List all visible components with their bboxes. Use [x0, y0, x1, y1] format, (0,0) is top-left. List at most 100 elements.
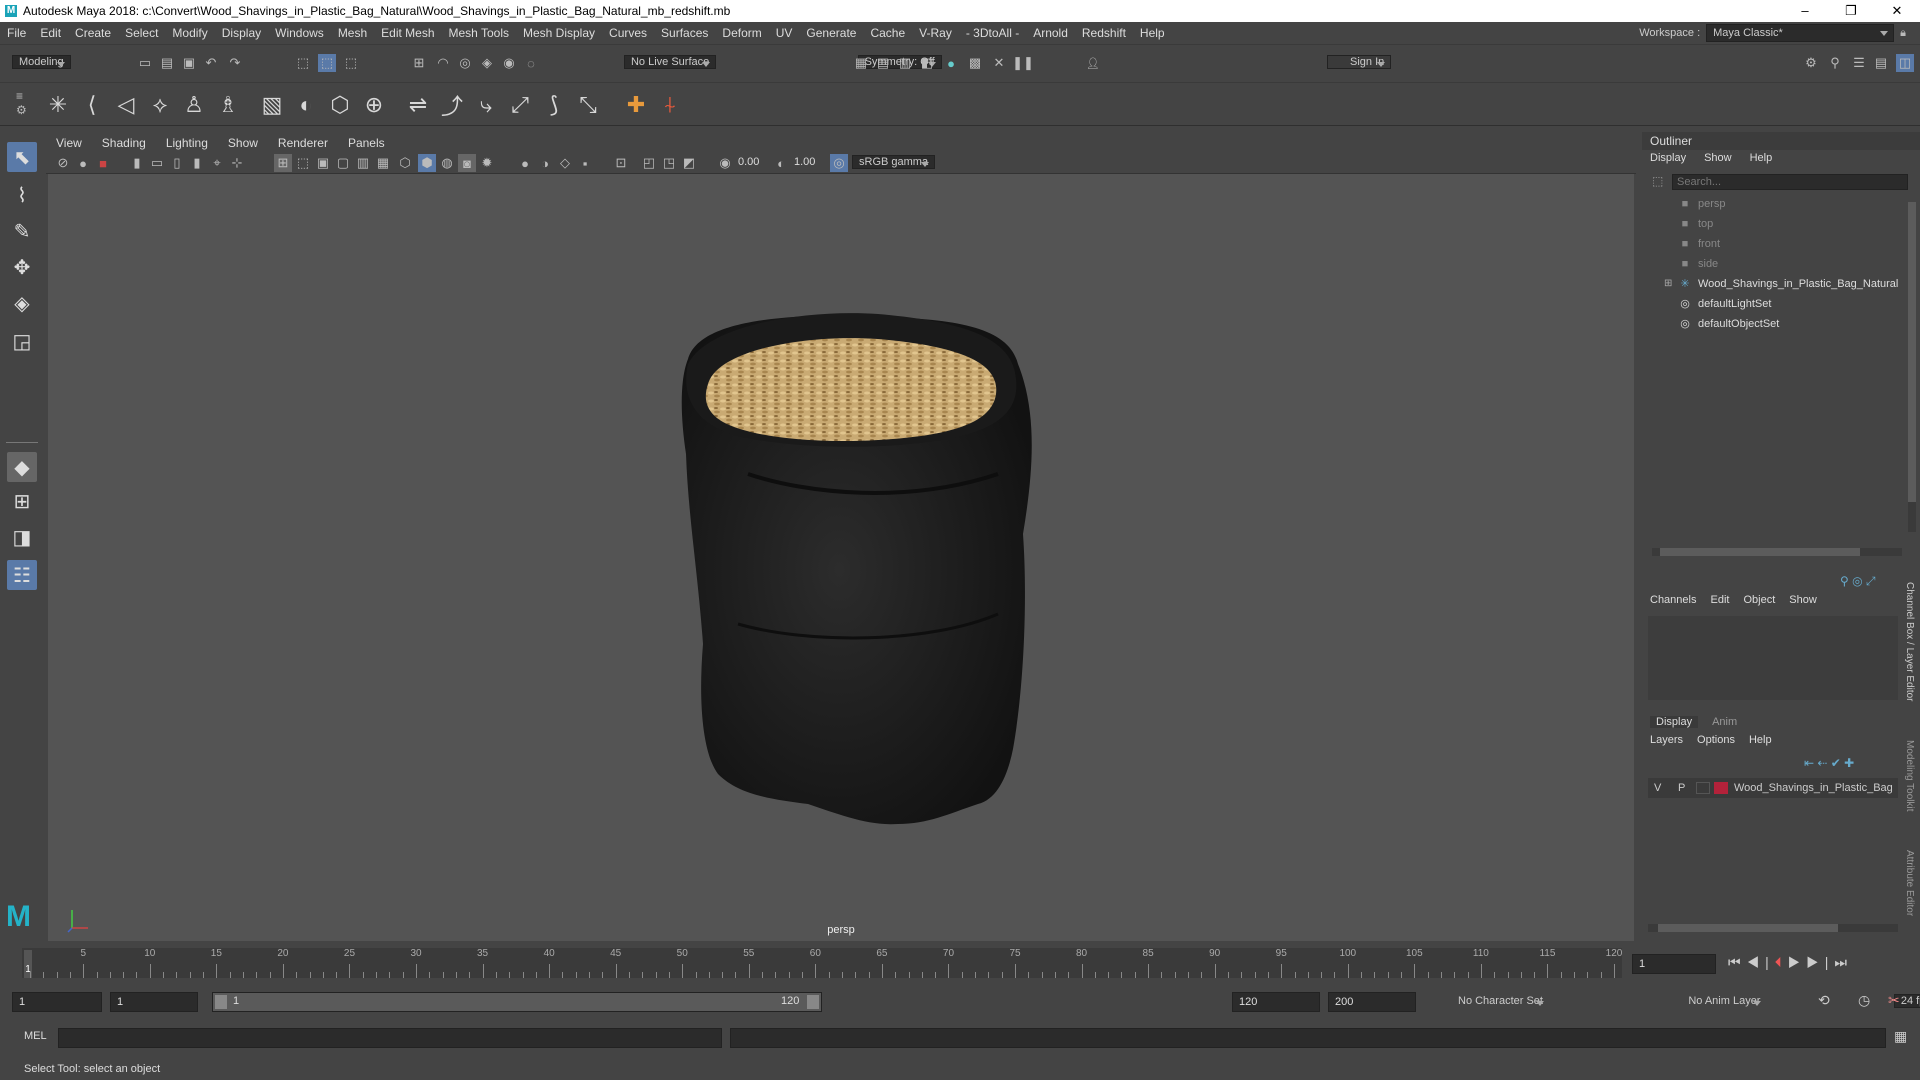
gamma-value[interactable]: 1.00 [794, 156, 815, 168]
menu-modify[interactable]: Modify [165, 26, 214, 40]
shelf-blendshape-icon[interactable]: ⇌ [404, 91, 432, 119]
shelf-nonlinear-icon[interactable]: ⤢ [506, 91, 534, 119]
layers-menu[interactable]: Layers [1650, 734, 1683, 746]
menu-edit[interactable]: Edit [33, 26, 68, 40]
use-all-lights-icon[interactable]: ◍ [438, 154, 456, 172]
menu-windows[interactable]: Windows [268, 26, 331, 40]
menu-select[interactable]: Select [118, 26, 165, 40]
channels-menu[interactable]: Channels [1650, 594, 1696, 606]
high-quality-icon[interactable]: ◰ [640, 154, 658, 172]
rotate-tool-icon[interactable]: ◈ [7, 288, 37, 318]
gate-mask-icon[interactable]: ▮ [188, 154, 206, 172]
menu-help[interactable]: Help [1133, 26, 1172, 40]
select-hierarchy-icon[interactable]: ⬚ [294, 54, 312, 72]
layer-row[interactable]: V P Wood_Shavings_in_Plastic_Bag [1648, 778, 1898, 798]
viewport-2-icon[interactable]: ◳ [660, 154, 678, 172]
3d-viewport[interactable]: persp [48, 174, 1634, 941]
render-sequence-icon[interactable]: ▤ [874, 54, 892, 72]
outliner-menu-display[interactable]: Display [1650, 152, 1686, 164]
outliner-horizontal-scrollbar[interactable] [1652, 548, 1902, 556]
human-ik-icon[interactable]: ⚲ [1826, 54, 1844, 72]
new-scene-icon[interactable]: ▭ [136, 54, 154, 72]
menu-cache[interactable]: Cache [863, 26, 912, 40]
outliner-layout-icon[interactable]: ☷ [7, 560, 37, 590]
outliner-item-default-light-set[interactable]: ◎ defaultLightSet [1642, 294, 1904, 314]
bounding-box-icon[interactable]: ▥ [354, 154, 372, 172]
xray-joints-icon[interactable]: ✹ [478, 154, 496, 172]
save-scene-icon[interactable]: ▣ [180, 54, 198, 72]
time-ruler[interactable]: 1 5 10 15 20 25 30 35 40 45 50 55 60 65 70 75 80 85 90 95 1… [22, 948, 1622, 978]
layer-scrollbar[interactable] [1648, 924, 1898, 932]
field-chart-icon[interactable]: ⌖ [208, 154, 226, 172]
script-editor-icon[interactable]: ▦ [1894, 1028, 1907, 1045]
shelf-quick-rig-icon[interactable]: ♗ [214, 91, 242, 119]
layer-name[interactable]: Wood_Shavings_in_Plastic_Bag [1734, 778, 1894, 798]
render-view-icon[interactable]: ▩ [966, 54, 984, 72]
range-slider-start-handle[interactable] [215, 995, 227, 1009]
shelf-humanik-icon[interactable]: ♙ [180, 91, 208, 119]
redo-icon[interactable]: ↷ [226, 54, 244, 72]
range-slider-end-handle[interactable] [807, 995, 819, 1009]
channels-edit-menu[interactable]: Edit [1710, 594, 1729, 606]
snap-curve-icon[interactable]: ◠ [434, 54, 452, 72]
menu-uv[interactable]: UV [769, 26, 800, 40]
flat-shade-icon[interactable]: ▢ [334, 154, 352, 172]
anim-layer-dropdown[interactable]: No Anim Layer [1682, 995, 1767, 1007]
side-tab-attribute-editor[interactable]: Attribute Editor [1904, 850, 1915, 916]
outliner-menu-show[interactable]: Show [1704, 152, 1732, 164]
maximize-button[interactable]: ❐ [1828, 0, 1874, 22]
outliner-item-persp[interactable]: ■ persp [1642, 194, 1904, 214]
shelf-sculpt-icon[interactable]: ⟆ [540, 91, 568, 119]
vp-menu-renderer[interactable]: Renderer [268, 136, 338, 150]
shelf-bind-skin-icon[interactable]: ⟡ [146, 91, 174, 119]
preferences-icon[interactable]: ✂ [1888, 992, 1900, 1009]
menu-set-dropdown[interactable]: Modeling [12, 55, 71, 69]
shelf-cluster-icon[interactable]: ⤴ [438, 91, 466, 119]
shelf-ik-handle-icon[interactable]: ⟨ [78, 91, 106, 119]
textured-icon[interactable]: ⬢ [418, 154, 436, 172]
current-frame-field[interactable]: 1 [1632, 954, 1716, 974]
camera-attributes-icon[interactable]: ● [74, 154, 92, 172]
single-perspective-view-icon[interactable]: ◆ [7, 452, 37, 482]
gamma-icon[interactable]: ◐ [772, 154, 790, 172]
vp-menu-show[interactable]: Show [218, 136, 268, 150]
snap-grid-icon[interactable]: ⊞ [410, 54, 428, 72]
menu-mesh-display[interactable]: Mesh Display [516, 26, 602, 40]
playback-end-field[interactable]: 120 [1232, 992, 1320, 1012]
outliner-item-default-object-set[interactable]: ◎ defaultObjectSet [1642, 314, 1904, 334]
side-tab-modeling-toolkit[interactable]: Modeling Toolkit [1904, 740, 1915, 812]
layer-action-icons[interactable]: ⇤ ⇠ ✔ ✚ [1804, 756, 1854, 770]
outliner-search-input[interactable]: Search... [1672, 174, 1908, 190]
lasso-tool-icon[interactable]: ⌇ [7, 180, 37, 210]
auto-key-icon[interactable]: ◷ [1858, 992, 1870, 1009]
ipr-render-icon[interactable]: ▥ [896, 54, 914, 72]
side-tab-channel-box[interactable]: Channel Box / Layer Editor [1904, 582, 1915, 702]
vp-menu-view[interactable]: View [46, 136, 92, 150]
range-slider[interactable]: 1 120 [212, 992, 822, 1012]
open-scene-icon[interactable]: ▤ [158, 54, 176, 72]
menu-curves[interactable]: Curves [602, 26, 654, 40]
loop-icon[interactable]: ⟲ [1818, 992, 1830, 1009]
modeling-toolkit-toggle-icon[interactable]: ⚙ [1802, 54, 1820, 72]
film-gate-icon[interactable]: ▭ [148, 154, 166, 172]
shelf-wrap-icon[interactable]: ⊕ [360, 91, 388, 119]
expand-icon[interactable]: ⊞ [1664, 274, 1672, 294]
menu-display[interactable]: Display [215, 26, 268, 40]
layer-playback-toggle[interactable]: P [1678, 778, 1685, 798]
exposure-value[interactable]: 0.00 [738, 156, 759, 168]
channel-box-icons[interactable]: ⚲ ◎ ⤢ [1840, 574, 1876, 589]
move-tool-icon[interactable]: ✥ [7, 252, 37, 282]
outliner-filter-icon[interactable]: ⬚ [1652, 174, 1663, 188]
exposure-icon[interactable]: ◉ [716, 154, 734, 172]
bookmark-icon[interactable]: ■ [94, 154, 112, 172]
attribute-editor-toggle-icon[interactable]: ☰ [1850, 54, 1868, 72]
menu-file[interactable]: File [0, 26, 33, 40]
grid-icon[interactable]: ⊞ [274, 154, 292, 172]
menu-deform[interactable]: Deform [715, 26, 768, 40]
sign-in-dropdown[interactable]: Sign In [1327, 55, 1392, 69]
render-settings-icon[interactable]: ◧ [918, 54, 936, 72]
layer-visibility-toggle[interactable]: V [1654, 778, 1661, 798]
camera-select-icon[interactable]: ⊘ [54, 154, 72, 172]
outliner-menu-help[interactable]: Help [1750, 152, 1773, 164]
layer-color-swatch[interactable] [1714, 782, 1728, 794]
